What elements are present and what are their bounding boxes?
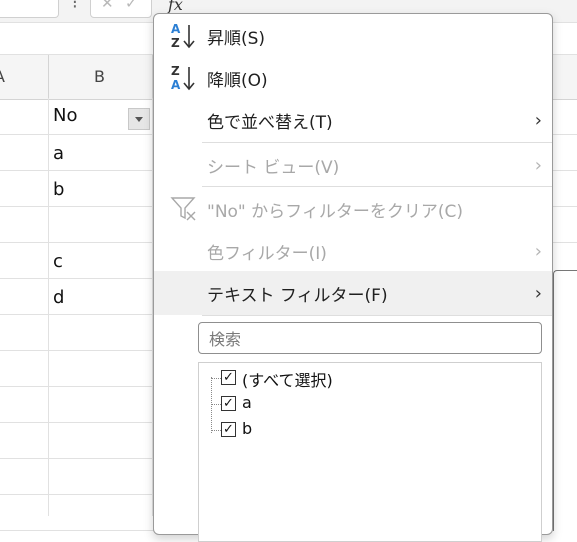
chevron-right-icon: › [534,240,542,262]
list-item[interactable]: ✓ a [199,392,499,414]
svg-text:A: A [171,22,181,36]
search-field[interactable] [198,322,542,354]
filter-dropdown-button[interactable] [128,108,150,130]
list-item-select-all[interactable]: ✓ (すべて選択) [199,366,499,390]
chevron-down-icon [135,116,143,122]
column-header-b[interactable]: B [94,67,105,86]
menu-divider [202,315,552,316]
cell-b2[interactable]: a [53,143,64,164]
cell-b6[interactable]: d [53,287,64,308]
chevron-down-icon[interactable]: ⌄ [44,0,52,2]
column-divider[interactable] [48,55,49,99]
svg-text:A: A [171,78,181,92]
sort-descending-label: 降順(O) [207,70,268,91]
menu-item-clear-filter: "No" からフィルターをクリア(C) [154,187,552,231]
insert-function-button[interactable]: fx [168,0,183,14]
checkbox-item-b[interactable]: ✓ [221,422,236,437]
chevron-right-icon: › [534,109,542,131]
gridline [48,98,49,516]
menu-item-sort-descending[interactable]: Z A 降順(O) [154,56,552,100]
sheet-view-label: シート ビュー(V) [207,157,340,178]
checkbox-select-all[interactable]: ✓ [221,370,236,385]
cell-b1[interactable]: No [53,105,77,126]
clear-filter-icon [170,197,196,221]
filter-values-list[interactable]: ✓ (すべて選択) ✓ a ✓ b [198,362,542,542]
more-options-icon[interactable]: ⁝ [72,0,78,13]
sort-by-color-label: 色で並べ替え(T) [207,112,333,133]
color-filter-label: 色フィルター(I) [207,243,327,264]
chevron-right-icon: › [534,282,542,304]
menu-item-sort-ascending[interactable]: A Z 昇順(S) [154,14,552,58]
svg-text:Z: Z [171,64,180,78]
checkbox-item-a[interactable]: ✓ [221,396,236,411]
text-filter-label: テキスト フィルター(F) [207,285,388,306]
clear-filter-label: "No" からフィルターをクリア(C) [207,201,463,222]
menu-item-sort-by-color[interactable]: 色で並べ替え(T) › [154,98,552,142]
chevron-right-icon: › [534,154,542,176]
sort-descending-icon: Z A [171,64,195,92]
autofilter-menu: A Z 昇順(S) Z A 降順(O) 色で並べ替え(T) › シート ビュー(… [153,13,553,542]
cell-b5[interactable]: c [53,251,63,272]
name-box[interactable]: ⌄ [0,0,59,18]
svg-text:Z: Z [171,36,180,50]
item-b-label: b [242,419,253,438]
enter-icon[interactable]: ✓ [125,0,138,12]
sort-ascending-label: 昇順(S) [207,28,266,49]
cancel-icon[interactable]: ✕ [101,0,114,12]
list-item[interactable]: ✓ b [199,418,499,440]
formula-controls: ✕ ✓ [90,0,152,18]
column-header-a[interactable]: A [0,67,5,86]
sort-ascending-icon: A Z [171,22,195,50]
select-all-label: (すべて選択) [242,371,333,390]
submenu-edge [553,270,577,531]
search-input[interactable] [207,324,531,354]
item-a-label: a [242,393,252,412]
cell-b3[interactable]: b [53,179,64,200]
menu-item-sheet-view: シート ビュー(V) › [154,143,552,187]
menu-item-text-filter[interactable]: テキスト フィルター(F) › [154,271,552,315]
menu-item-color-filter: 色フィルター(I) › [154,229,552,273]
